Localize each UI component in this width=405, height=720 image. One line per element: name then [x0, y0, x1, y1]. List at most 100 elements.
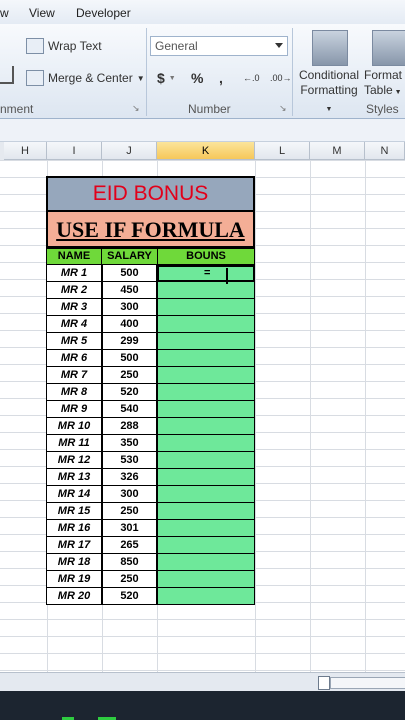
column-header-l[interactable]: L [255, 142, 310, 160]
cell-name[interactable]: MR 2 [46, 282, 102, 299]
cell-bonus[interactable] [157, 486, 255, 503]
cell-name[interactable]: MR 7 [46, 367, 102, 384]
percent-button[interactable]: % [191, 70, 203, 86]
cell-salary[interactable]: 400 [102, 316, 157, 333]
header-salary[interactable]: SALARY [101, 248, 158, 265]
cell-salary[interactable]: 326 [102, 469, 157, 486]
cell-bonus[interactable] [157, 435, 255, 452]
cell-bonus[interactable] [157, 401, 255, 418]
cell-bonus[interactable] [157, 316, 255, 333]
scroll-track[interactable] [330, 677, 405, 689]
cell-name[interactable]: MR 14 [46, 486, 102, 503]
cell-name[interactable]: MR 16 [46, 520, 102, 537]
number-group-label: Number [188, 102, 231, 116]
scroll-left-button[interactable] [318, 676, 330, 690]
number-format-select[interactable]: General [150, 36, 288, 56]
cell-salary[interactable]: 450 [102, 282, 157, 299]
column-header-h[interactable]: H [4, 142, 47, 160]
cell-bonus[interactable] [157, 571, 255, 588]
cell-bonus[interactable] [157, 282, 255, 299]
cell-name[interactable]: MR 6 [46, 350, 102, 367]
menu-item-truncated[interactable]: w [0, 6, 9, 20]
cell-name[interactable]: MR 3 [46, 299, 102, 316]
sheet-title[interactable]: EID BONUS [46, 176, 255, 212]
header-name[interactable]: NAME [46, 248, 102, 265]
currency-button[interactable]: $ ▼ [157, 70, 176, 86]
grid-line [0, 636, 405, 637]
cell-salary[interactable]: 300 [102, 486, 157, 503]
cell-bonus[interactable] [157, 350, 255, 367]
cell-bonus[interactable] [157, 418, 255, 435]
horizontal-scrollbar[interactable] [0, 672, 405, 691]
wrap-text-label: Wrap Text [48, 39, 102, 53]
cell-name[interactable]: MR 19 [46, 571, 102, 588]
cell-salary[interactable]: 500 [102, 350, 157, 367]
format-as-table-icon[interactable] [372, 30, 405, 66]
merge-center-button[interactable]: Merge & Center ▼ [26, 70, 145, 86]
cell-bonus[interactable] [157, 333, 255, 350]
format-as-table-button[interactable]: Format Table ▼ [364, 68, 405, 100]
column-header-i[interactable]: I [47, 142, 102, 160]
cell-bonus[interactable] [157, 299, 255, 316]
cell-name[interactable]: MR 10 [46, 418, 102, 435]
cell-bonus[interactable] [157, 367, 255, 384]
header-bonus[interactable]: BOUNS [157, 248, 255, 265]
column-header-k[interactable]: K [157, 142, 255, 160]
cell-salary[interactable]: 250 [102, 367, 157, 384]
grid-line [310, 160, 311, 672]
cell-salary[interactable]: 250 [102, 503, 157, 520]
cell-name[interactable]: MR 13 [46, 469, 102, 486]
increase-decimal-button[interactable]: ←.0 [243, 73, 260, 83]
cell-name[interactable]: MR 18 [46, 554, 102, 571]
cell-name[interactable]: MR 4 [46, 316, 102, 333]
cell-name[interactable]: MR 20 [46, 588, 102, 605]
dialog-launcher-icon[interactable]: ↘ [279, 103, 287, 114]
cell-salary[interactable]: 250 [102, 571, 157, 588]
cell-bonus[interactable] [157, 554, 255, 571]
cell-name[interactable]: MR 17 [46, 537, 102, 554]
dropdown-arrow-icon [275, 43, 283, 48]
cell-salary[interactable]: 299 [102, 333, 157, 350]
align-icon[interactable] [0, 66, 14, 84]
cell-bonus[interactable] [157, 537, 255, 554]
cell-name[interactable]: MR 15 [46, 503, 102, 520]
cell-bonus[interactable] [157, 452, 255, 469]
column-header-j[interactable]: J [102, 142, 157, 160]
cell-salary[interactable]: 500 [102, 265, 157, 282]
cell-salary[interactable]: 288 [102, 418, 157, 435]
formula-bar[interactable] [0, 119, 405, 142]
cell-name[interactable]: MR 8 [46, 384, 102, 401]
cell-salary[interactable]: 520 [102, 588, 157, 605]
comma-button[interactable]: , [219, 70, 223, 86]
cell-name[interactable]: MR 1 [46, 265, 102, 282]
cell-bonus-active[interactable]: = [157, 265, 255, 282]
conditional-formatting-icon[interactable] [312, 30, 348, 66]
menu-item-view[interactable]: View [29, 6, 55, 20]
cell-salary[interactable]: 265 [102, 537, 157, 554]
cell-bonus[interactable] [157, 503, 255, 520]
grid-line [0, 670, 405, 671]
cell-salary[interactable]: 301 [102, 520, 157, 537]
cell-name[interactable]: MR 9 [46, 401, 102, 418]
cell-name[interactable]: MR 12 [46, 452, 102, 469]
cell-name[interactable]: MR 5 [46, 333, 102, 350]
cell-bonus[interactable] [157, 588, 255, 605]
sheet-subtitle[interactable]: USE IF FORMULA [46, 212, 255, 248]
cell-salary[interactable]: 530 [102, 452, 157, 469]
cell-salary[interactable]: 540 [102, 401, 157, 418]
cell-bonus[interactable] [157, 384, 255, 401]
cell-bonus[interactable] [157, 469, 255, 486]
cell-salary[interactable]: 520 [102, 384, 157, 401]
cell-salary[interactable]: 850 [102, 554, 157, 571]
menu-item-developer[interactable]: Developer [76, 6, 131, 20]
column-header-m[interactable]: M [310, 142, 365, 160]
cell-salary[interactable]: 300 [102, 299, 157, 316]
wrap-text-button[interactable]: Wrap Text [26, 38, 102, 54]
dialog-launcher-icon[interactable]: ↘ [132, 103, 140, 114]
cell-salary[interactable]: 350 [102, 435, 157, 452]
decrease-decimal-button[interactable]: .00→ [270, 73, 292, 83]
conditional-formatting-button[interactable]: Conditional Formatting ▼ [298, 68, 360, 117]
column-header-n[interactable]: N [365, 142, 405, 160]
cell-name[interactable]: MR 11 [46, 435, 102, 452]
cell-bonus[interactable] [157, 520, 255, 537]
